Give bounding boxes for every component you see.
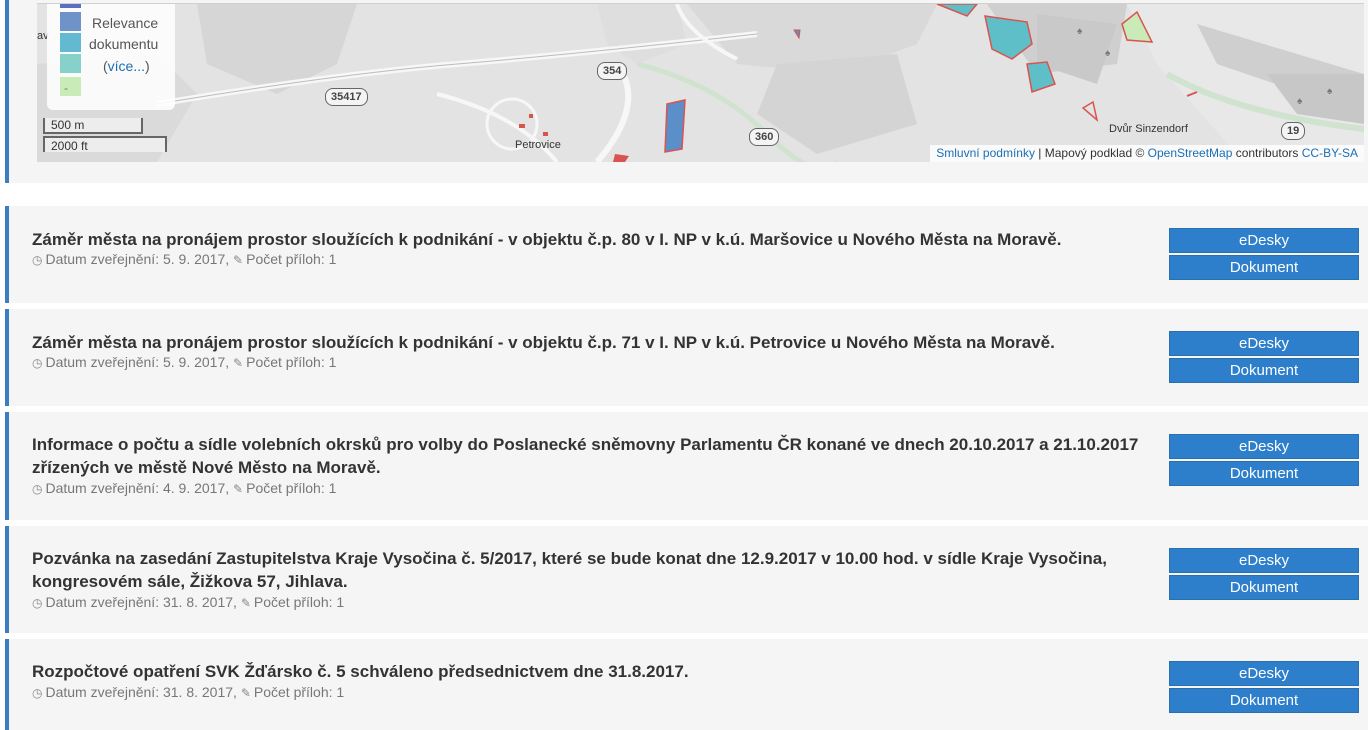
legend-swatch-1 [60,12,81,31]
edesky-button[interactable]: eDesky [1169,434,1359,459]
item-date: Datum zveřejnění: 5. 9. 2017, [45,354,230,370]
map-legend: Relevance dokumentu (více...) - [47,4,175,110]
item-meta: ◷ Datum zveřejnění: 5. 9. 2017, ✎ Počet př… [32,251,336,267]
list-item: Rozpočtové opatření SVK Žďársko č. 5 sch… [5,639,1368,730]
road-shield-19: 19 [1281,122,1306,140]
map-card: ♠ ♠ ♠ ♠ av Petrovice Dvůr Sinzendorf 354… [5,0,1368,183]
legend-swatch-2 [60,33,81,52]
legend-more-link[interactable]: více... [108,58,145,74]
item-meta: ◷ Datum zveřejnění: 31. 8. 2017, ✎ Počet p… [32,684,344,700]
edesky-button[interactable]: eDesky [1169,661,1359,686]
dokument-button[interactable]: Dokument [1169,461,1359,486]
clock-icon: ◷ [32,253,43,267]
paperclip-icon: ✎ [233,482,244,496]
edesky-button[interactable]: eDesky [1169,548,1359,573]
map[interactable]: ♠ ♠ ♠ ♠ av Petrovice Dvůr Sinzendorf 354… [37,3,1364,162]
list-item: Záměr města na pronájem prostor sloužící… [5,206,1368,303]
item-date: Datum zveřejnění: 31. 8. 2017, [45,594,237,610]
svg-text:♠: ♠ [1327,86,1333,97]
map-attribution: Smluvní podmínky | Mapový podklad © Open… [930,145,1364,162]
scale-imperial: 2000 ft [43,136,167,153]
item-meta: ◷ Datum zveřejnění: 4. 9. 2017, ✎ Počet př… [32,480,336,496]
attribution-separator: | Mapový podklad © [1034,146,1148,160]
paperclip-icon: ✎ [233,253,244,267]
terms-link[interactable]: Smluvní podmínky [936,146,1035,160]
item-attachments: Počet příloh: 1 [246,354,337,370]
item-attachments: Počet příloh: 1 [253,684,345,700]
item-date: Datum zveřejnění: 5. 9. 2017, [45,251,230,267]
list-item: Záměr města na pronájem prostor sloužící… [5,309,1368,406]
paperclip-icon: ✎ [233,356,244,370]
dokument-button[interactable]: Dokument [1169,358,1359,383]
map-town-label: Petrovice [515,139,561,151]
item-meta: ◷ Datum zveřejnění: 5. 9. 2017, ✎ Počet př… [32,354,336,370]
edesky-button[interactable]: eDesky [1169,331,1359,356]
list-item: Pozvánka na zasedání Zastupitelstva Kraj… [5,526,1368,633]
scale-metric: 500 m [43,118,143,134]
osm-link[interactable]: OpenStreetMap [1148,146,1233,160]
svg-text:♠: ♠ [1077,26,1083,37]
edesky-button[interactable]: eDesky [1169,228,1359,253]
item-title: Rozpočtové opatření SVK Žďársko č. 5 sch… [32,662,689,681]
paperclip-icon: ✎ [240,596,251,610]
road-shield-360: 360 [749,128,780,146]
license-link[interactable]: CC-BY-SA [1302,146,1358,160]
dokument-button[interactable]: Dokument [1169,255,1359,280]
svg-text:♠: ♠ [1105,48,1111,59]
list-item: Informace o počtu a sídle volebních okrs… [5,412,1368,520]
item-attachments: Počet příloh: 1 [253,594,345,610]
svg-text:♠: ♠ [1297,96,1303,107]
item-date: Datum zveřejnění: 4. 9. 2017, [45,480,230,496]
attribution-contributors: contributors [1232,146,1302,160]
dokument-button[interactable]: Dokument [1169,575,1359,600]
item-title: Záměr města na pronájem prostor sloužící… [32,230,1062,249]
item-title: Informace o počtu a sídle volebních okrs… [32,435,1139,477]
item-title: Pozvánka na zasedání Zastupitelstva Kraj… [32,549,1107,591]
legend-swatch-0 [60,4,81,8]
map-background: ♠ ♠ ♠ ♠ [37,4,1364,162]
clock-icon: ◷ [32,356,43,370]
legend-label-line2: dokumentu [89,36,159,52]
legend-dash: - [64,81,68,95]
item-meta: ◷ Datum zveřejnění: 31. 8. 2017, ✎ Počet p… [32,594,344,610]
road-shield-354: 354 [597,62,628,80]
item-date: Datum zveřejnění: 31. 8. 2017, [45,684,237,700]
clock-icon: ◷ [32,596,43,610]
clock-icon: ◷ [32,686,43,700]
map-farm-label: Dvůr Sinzendorf [1109,123,1188,135]
legend-label-line1: Relevance [92,15,159,31]
item-attachments: Počet příloh: 1 [246,480,337,496]
paperclip-icon: ✎ [240,686,251,700]
legend-more: (více...) [103,58,150,74]
road-shield-35417: 35417 [325,88,368,106]
clock-icon: ◷ [32,482,43,496]
legend-swatch-3 [60,54,81,73]
item-attachments: Počet příloh: 1 [246,251,337,267]
item-title: Záměr města na pronájem prostor sloužící… [32,333,1055,352]
dokument-button[interactable]: Dokument [1169,688,1359,713]
